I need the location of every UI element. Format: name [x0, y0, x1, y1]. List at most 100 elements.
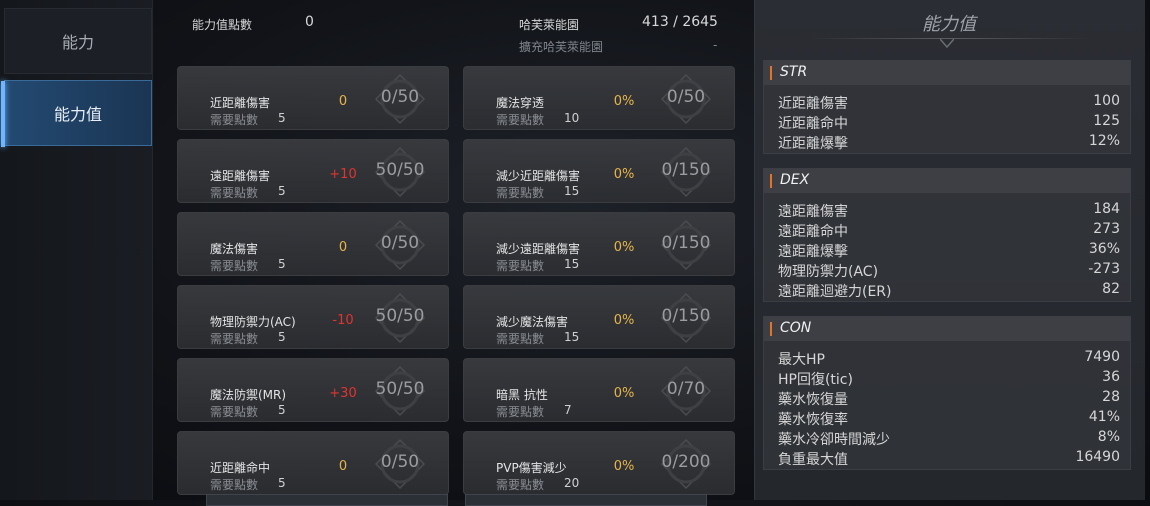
stat-card[interactable]: 暗黑 抗性 需要點數 7 0% 0/70: [463, 358, 735, 422]
stat-row: 物理防禦力(AC) -273: [778, 261, 1120, 281]
section-title: DEX: [780, 172, 810, 188]
required-points-value: 20: [564, 476, 580, 490]
required-points-label: 需要點數: [496, 186, 545, 200]
stat-row-value: 184: [1093, 201, 1120, 217]
stat-row: 遠距離迴避力(ER) 82: [778, 281, 1120, 301]
stat-row-value: 125: [1093, 113, 1120, 129]
stat-row-value: 16490: [1075, 449, 1120, 465]
required-points-value: 5: [278, 403, 286, 417]
stat-row-value: 41%: [1088, 409, 1120, 425]
stat-card[interactable]: 減少近距離傷害 需要點數 15 0% 0/150: [463, 139, 735, 203]
required-points-value: 5: [278, 330, 286, 344]
stat-row-value: 7490: [1084, 349, 1120, 365]
tab-ability[interactable]: 能力: [4, 8, 152, 74]
required-points-label: 需要點數: [496, 113, 545, 127]
section-header: STR: [764, 61, 1130, 85]
stat-name: PVP傷害減少: [496, 461, 567, 475]
section-accent-bar: [770, 322, 772, 336]
herb-label: 哈芙萊能園: [519, 18, 580, 32]
panel-title: 能力值: [922, 14, 976, 35]
stat-name: 減少近距離傷害: [496, 169, 581, 183]
points-label: 能力值點數: [192, 18, 253, 32]
stat-bonus: 0%: [613, 459, 635, 474]
bottom-button-right[interactable]: [465, 494, 707, 506]
stat-card[interactable]: 近距離傷害 需要點數 5 0 0/50: [177, 66, 449, 130]
required-points-value: 7: [564, 403, 572, 417]
section-title: CON: [780, 320, 812, 336]
stat-row-label: 物理防禦力(AC): [778, 264, 879, 280]
section-accent-bar: [770, 66, 772, 80]
stat-progress: 0/50: [380, 233, 420, 253]
stat-section-str: STR 近距離傷害 100 近距離命中 125 近距離爆擊 12%: [763, 60, 1131, 154]
stat-card[interactable]: 遠距離傷害 需要點數 5 +10 50/50: [177, 139, 449, 203]
stat-row-label: HP回復(tic): [778, 372, 853, 388]
left-nav: 能力 能力值: [0, 0, 153, 500]
required-points-value: 5: [278, 257, 286, 271]
stat-row-label: 藥水冷卻時間減少: [778, 432, 890, 448]
stat-name: 遠距離傷害: [210, 169, 271, 183]
required-points-value: 15: [564, 330, 580, 344]
stat-card[interactable]: 物理防禦力(AC) 需要點數 5 -10 50/50: [177, 285, 449, 349]
stat-progress: 50/50: [375, 379, 425, 399]
stat-card[interactable]: 減少魔法傷害 需要點數 15 0% 0/150: [463, 285, 735, 349]
required-points-value: 5: [278, 184, 286, 198]
required-points-label: 需要點數: [496, 478, 545, 492]
stat-row: 負重最大值 16490: [778, 449, 1120, 469]
stat-progress: 50/50: [375, 306, 425, 326]
stat-name: 暗黑 抗性: [496, 388, 548, 402]
stat-name: 魔法防禦(MR): [210, 388, 287, 402]
stat-row: 近距離爆擊 12%: [778, 133, 1120, 153]
stat-card[interactable]: 魔法傷害 需要點數 5 0 0/50: [177, 212, 449, 276]
section-header: DEX: [764, 169, 1130, 193]
stat-bonus: -10: [332, 313, 354, 328]
stat-card[interactable]: 魔法防禦(MR) 需要點數 5 +30 50/50: [177, 358, 449, 422]
bottom-button-left[interactable]: [206, 494, 448, 506]
stat-name: 物理防禦力(AC): [210, 315, 296, 329]
stat-row-value: 100: [1093, 93, 1120, 109]
stat-card[interactable]: 魔法穿透 需要點數 10 0% 0/50: [463, 66, 735, 130]
stat-row-label: 近距離爆擊: [778, 136, 848, 152]
stat-name: 減少遠距離傷害: [496, 242, 581, 256]
expand-value: -: [713, 38, 718, 52]
required-points-label: 需要點數: [210, 332, 259, 346]
required-points-value: 15: [564, 184, 580, 198]
stat-row-value: 12%: [1088, 133, 1120, 149]
tab-stats[interactable]: 能力值: [1, 80, 152, 147]
stat-row-label: 遠距離傷害: [778, 204, 848, 220]
stat-row: HP回復(tic) 36: [778, 369, 1120, 389]
stat-progress: 0/50: [380, 452, 420, 472]
herb-value: 413 / 2645: [642, 14, 718, 30]
stat-progress: 50/50: [375, 160, 425, 180]
stat-card[interactable]: 近距離命中 需要點數 5 0 0/50: [177, 431, 449, 495]
stat-name: 減少魔法傷害: [496, 315, 569, 329]
stat-progress: 0/200: [661, 452, 711, 472]
stat-row-label: 最大HP: [778, 352, 825, 368]
section-header: CON: [764, 317, 1130, 341]
stat-row: 近距離傷害 100: [778, 93, 1120, 113]
stat-row-label: 近距離傷害: [778, 96, 848, 112]
stat-bonus: 0%: [613, 240, 635, 255]
stat-progress: 0/70: [666, 379, 706, 399]
required-points-value: 10: [564, 111, 580, 125]
expand-label: 擴充哈芙萊能園: [519, 40, 604, 54]
stat-row-label: 遠距離命中: [778, 224, 848, 240]
stat-card[interactable]: PVP傷害減少 需要點數 20 0% 0/200: [463, 431, 735, 495]
required-points-label: 需要點數: [210, 259, 259, 273]
stat-row: 藥水恢復率 41%: [778, 409, 1120, 429]
stat-card[interactable]: 減少遠距離傷害 需要點數 15 0% 0/150: [463, 212, 735, 276]
stat-bonus: +10: [329, 167, 357, 182]
stat-row: 遠距離傷害 184: [778, 201, 1120, 221]
stat-row-value: 273: [1093, 221, 1120, 237]
stat-row-value: 36%: [1088, 241, 1120, 257]
required-points-value: 15: [564, 257, 580, 271]
stat-progress: 0/50: [666, 87, 706, 107]
tab-ability-label: 能力: [61, 33, 94, 52]
stat-row-label: 藥水恢復量: [778, 392, 848, 408]
required-points-label: 需要點數: [210, 478, 259, 492]
section-title: STR: [780, 64, 808, 80]
ornament-icon: [940, 38, 954, 48]
stat-bonus: 0: [338, 459, 348, 474]
stat-row-label: 藥水恢復率: [778, 412, 848, 428]
stat-row: 遠距離爆擊 36%: [778, 241, 1120, 261]
required-points-label: 需要點數: [210, 405, 259, 419]
